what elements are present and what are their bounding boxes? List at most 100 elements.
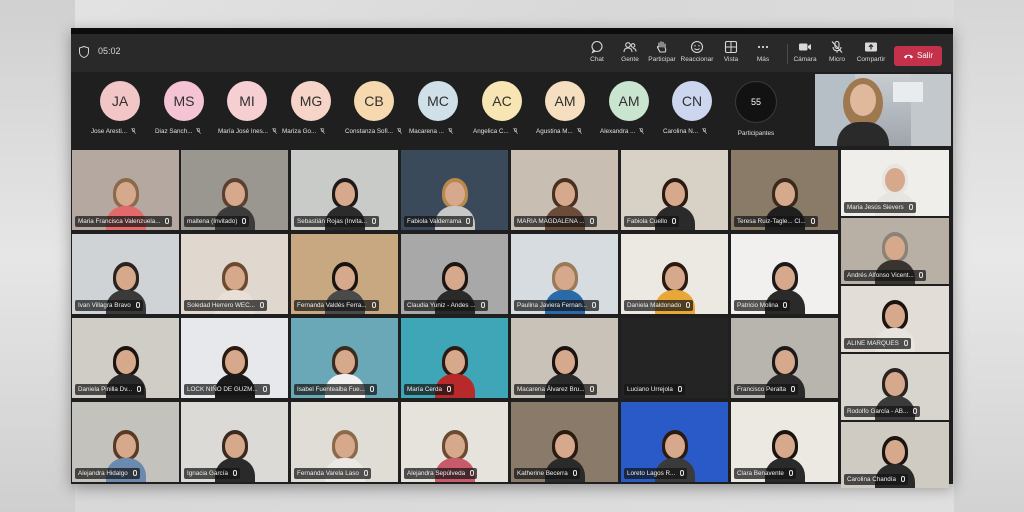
participant-video-tile[interactable]: Patricio Molina xyxy=(731,234,838,314)
participant-name: Fabiola Cuello xyxy=(624,216,680,227)
participant-video-tile[interactable]: ALINE MARQUES xyxy=(841,286,949,352)
roster-name: María José Ines... xyxy=(215,128,279,135)
participant-name: Fabiola Valderrama xyxy=(404,216,474,227)
participant-video-tile[interactable]: Francisco Peralta xyxy=(731,318,838,398)
participant-name: Macarena Álvarez Bru... xyxy=(514,384,597,395)
participant-name: María Cerda xyxy=(404,384,454,395)
roster-participant[interactable]: AM Agustina M... xyxy=(533,78,597,135)
avatar: AC xyxy=(482,81,522,121)
participant-video-tile[interactable]: Soledad Herrero WEC... xyxy=(181,234,288,314)
participants-button[interactable]: 55 Participantes xyxy=(724,78,788,137)
participant-name: Teresa Ruiz-Tagle... Cl... xyxy=(734,216,818,227)
participant-video-tile[interactable]: maitena (Invitado) xyxy=(181,150,288,230)
roster-participant[interactable]: CB Constanza Sofi... xyxy=(342,78,406,135)
people-icon xyxy=(623,42,637,53)
avatar: CN xyxy=(672,81,712,121)
participant-video-tile[interactable]: Carolina Chandía xyxy=(841,422,949,488)
participant-video-tile[interactable]: Sebastián Rojas (Invita... xyxy=(291,150,398,230)
mic-off-icon xyxy=(397,128,402,135)
self-view-video[interactable] xyxy=(815,74,951,146)
participant-name: Isabel Fuentealba Fue... xyxy=(294,384,377,395)
participant-video-tile[interactable]: Alejandra Hidalgo xyxy=(72,402,179,482)
participant-video-tile[interactable]: Fabiola Valderrama xyxy=(401,150,508,230)
avatar: AM xyxy=(545,81,585,121)
more-icon xyxy=(757,45,769,49)
participant-video-tile[interactable]: Ignacia García xyxy=(181,402,288,482)
raise-hand-button[interactable]: Participar xyxy=(642,38,682,70)
participant-video-tile[interactable]: Maria Francisca Valenzuela... xyxy=(72,150,179,230)
participant-name: Paulina Javiera Fernan... xyxy=(514,300,600,311)
participant-video-tile[interactable]: Paulina Javiera Fernan... xyxy=(511,234,618,314)
participant-name: Fernanda Varela Laso xyxy=(294,468,371,479)
mic-off-icon xyxy=(131,128,136,135)
participant-video-tile[interactable]: Daniela Maldonado xyxy=(621,234,728,314)
participant-video-tile[interactable]: Fabiola Cuello xyxy=(621,150,728,230)
participant-video-tile[interactable]: Isabel Fuentealba Fue... xyxy=(291,318,398,398)
participant-video-tile[interactable]: MARIA MAGDALENA ... xyxy=(511,150,618,230)
participant-name: Daniela Pinilla Dv... xyxy=(75,384,145,395)
roster-participant[interactable]: AC Angelica C... xyxy=(470,78,534,135)
participant-video-tile[interactable]: Loreto Lagos R... xyxy=(621,402,728,482)
participant-name: maitena (Invitado) xyxy=(184,216,250,227)
leave-button[interactable]: Salir xyxy=(894,46,942,66)
mic-off-icon xyxy=(272,128,277,135)
phone-hangup-icon xyxy=(903,54,913,59)
view-icon xyxy=(724,40,738,54)
participant-name: Andrés Alfonso Vicent... xyxy=(844,270,926,281)
more-label: Más xyxy=(756,56,770,63)
roster-participant[interactable]: MG Mariza Go... xyxy=(279,78,343,135)
participant-video-tile[interactable]: Fernanda Varela Laso xyxy=(291,402,398,482)
participant-video-tile[interactable]: Claudia Yuniz - Andes ... xyxy=(401,234,508,314)
roster-participant[interactable]: MI María José Ines... xyxy=(215,78,279,135)
participant-name: Patricio Molina xyxy=(734,300,791,311)
participant-video-tile[interactable]: Fernanda Valdés Ferra... xyxy=(291,234,398,314)
participant-count: 55 xyxy=(735,81,777,123)
participant-video-tile[interactable]: Macarena Álvarez Bru... xyxy=(511,318,618,398)
participant-name: Fernanda Valdés Ferra... xyxy=(294,300,379,311)
participant-video-tile[interactable]: Katherine Becerra xyxy=(511,402,618,482)
background-right xyxy=(954,0,1024,512)
participant-video-tile[interactable]: Alejandra Sepúlveda xyxy=(401,402,508,482)
mic-off-icon xyxy=(320,128,326,135)
meeting-toolbar: 05:02 Chat Gente Participar Reaccionar V… xyxy=(71,34,953,72)
meeting-window: 05:02 Chat Gente Participar Reaccionar V… xyxy=(71,28,953,488)
participant-video-tile[interactable]: LOCK NIÑO DE GUZM... xyxy=(181,318,288,398)
background-left xyxy=(0,0,75,512)
mic-off-icon xyxy=(196,128,202,135)
roster-participant[interactable]: MS Diaz Sanch... xyxy=(152,78,216,135)
participant-name: Francisco Peralta xyxy=(734,384,798,395)
participant-video-tile[interactable]: Daniela Pinilla Dv... xyxy=(72,318,179,398)
participant-name: Loreto Lagos R... xyxy=(624,468,688,479)
participant-video-tile[interactable]: Clara Benavente xyxy=(731,402,838,482)
avatar: MC xyxy=(418,81,458,121)
participant-video-tile[interactable]: Luciano Urrejola xyxy=(621,318,728,398)
roster-participant[interactable]: MC Macarena ... xyxy=(406,78,470,135)
avatar: MS xyxy=(164,81,204,121)
share-button[interactable]: Compartir xyxy=(851,38,891,70)
participant-name: Alejandra Sepúlveda xyxy=(404,468,478,479)
roster-participant[interactable]: JA Jose Aresti... xyxy=(88,78,152,135)
participant-video-tile[interactable]: Rodolfo García - AB... xyxy=(841,354,949,420)
participant-video-tile[interactable]: Ivan Villagra Bravo xyxy=(72,234,179,314)
avatar: AM xyxy=(609,81,649,121)
raise-hand-label: Participar xyxy=(648,56,676,63)
participant-name: Maria Francisca Valenzuela... xyxy=(75,216,173,227)
roster-participant[interactable]: CN Carolina N... xyxy=(660,78,724,135)
raise-hand-icon xyxy=(656,41,667,53)
participant-video-tile[interactable]: María Cerda xyxy=(401,318,508,398)
participant-name: Maria Jesús Sievers xyxy=(844,202,916,213)
participant-video-tile[interactable]: Teresa Ruiz-Tagle... Cl... xyxy=(731,150,838,230)
mic-off-icon xyxy=(512,128,518,135)
roster-participant[interactable]: AM Alexandra ... xyxy=(597,78,661,135)
participant-video-tile[interactable]: Andrés Alfonso Vicent... xyxy=(841,218,949,284)
participant-name: Claudia Yuniz - Andes ... xyxy=(404,300,488,311)
participant-name: Clara Benavente xyxy=(734,468,796,479)
participant-video-tile[interactable]: Maria Jesús Sievers xyxy=(841,150,949,216)
roster-name: Mariza Go... xyxy=(279,128,343,135)
roster-name: Alexandra ... xyxy=(597,128,661,135)
participant-name: LOCK NIÑO DE GUZM... xyxy=(184,384,270,395)
participant-name: Katherine Becerra xyxy=(514,468,580,479)
avatar: MI xyxy=(227,81,267,121)
participants-label: Participantes xyxy=(737,130,775,137)
more-button[interactable]: Más xyxy=(743,38,783,70)
